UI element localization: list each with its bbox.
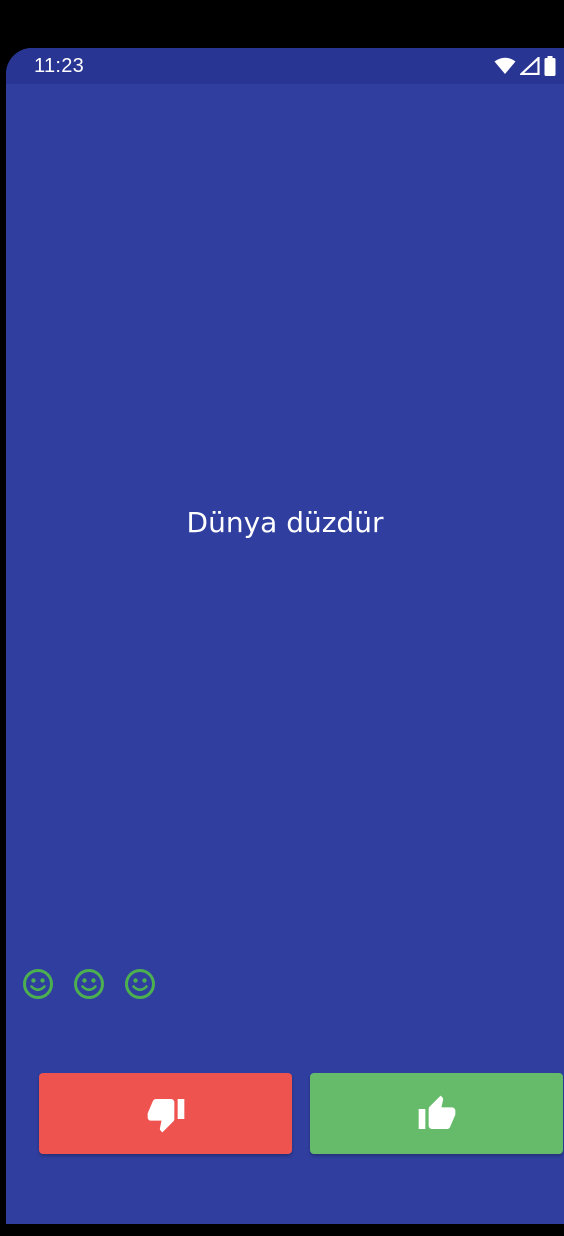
true-button[interactable] xyxy=(310,1073,563,1154)
app-screen: 11:23 Dünya düzdür xyxy=(6,48,564,1224)
false-button[interactable] xyxy=(39,1073,292,1154)
wifi-icon xyxy=(494,57,516,75)
battery-icon xyxy=(544,56,556,76)
question-text: Dünya düzdür xyxy=(186,506,384,539)
smiley-icon xyxy=(73,968,105,1000)
status-bar: 11:23 xyxy=(6,48,564,84)
thumbs-up-icon xyxy=(416,1094,458,1134)
status-icons xyxy=(494,56,556,76)
smiley-icon xyxy=(22,968,54,1000)
signal-icon xyxy=(520,57,540,75)
lives-indicator xyxy=(22,968,156,1000)
thumbs-down-icon xyxy=(145,1094,187,1134)
smiley-icon xyxy=(124,968,156,1000)
status-time: 11:23 xyxy=(34,55,85,77)
